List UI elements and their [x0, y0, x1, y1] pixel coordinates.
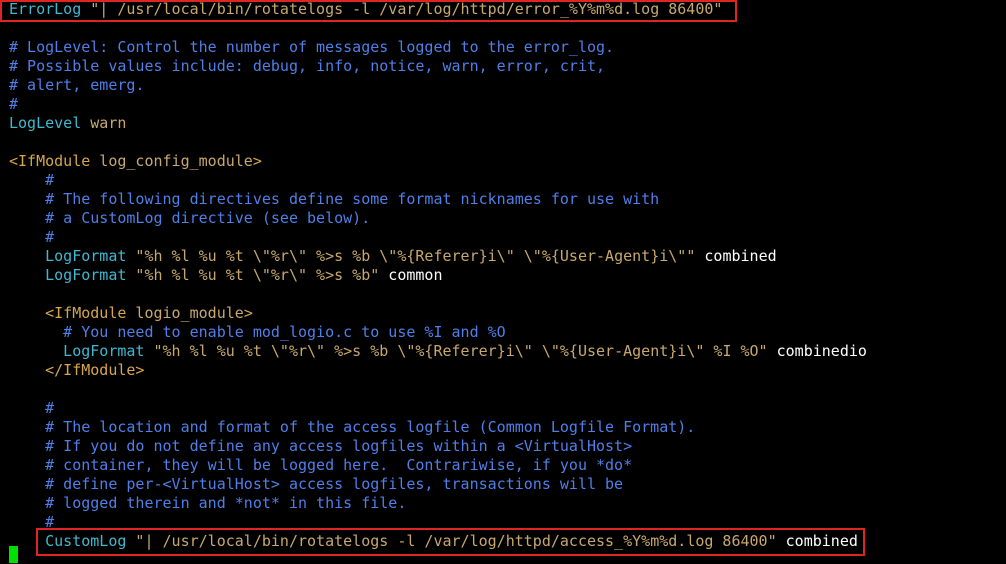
code-line: <IfModule log_config_module> — [9, 152, 867, 171]
code-token-comment: # logged therein and *not* in this file. — [9, 494, 407, 512]
code-line: </IfModule> — [9, 361, 867, 380]
code-token-comment: # — [9, 513, 55, 531]
code-token-string: "| /usr/local/bin/rotatelogs -l /var/log… — [126, 532, 777, 550]
code-token-comment: # The location and format of the access … — [9, 418, 696, 436]
code-line: # a CustomLog directive (see below). — [9, 209, 867, 228]
code-token-comment: # — [9, 228, 55, 246]
code-token-comment: # You need to enable mod_logio.c to use … — [9, 323, 506, 341]
code-token-comment: # alert, emerg. — [9, 76, 145, 94]
code-line: # — [9, 513, 867, 532]
code-token-string: "%h %l %u %t \"%r\" %>s %b" — [126, 266, 380, 284]
code-line: # LogLevel: Control the number of messag… — [9, 38, 867, 57]
code-line: # Possible values include: debug, info, … — [9, 57, 867, 76]
code-line: # If you do not define any access logfil… — [9, 437, 867, 456]
code-token-comment: # container, they will be logged here. C… — [9, 456, 633, 474]
code-token-comment: # The following directives define some f… — [9, 190, 660, 208]
code-token-tag: > — [243, 304, 253, 322]
code-token-directive: LogFormat — [9, 342, 145, 360]
code-token-plain: combinedio — [767, 342, 867, 360]
code-line: <IfModule logio_module> — [9, 304, 867, 323]
code-token-comment: # — [9, 399, 55, 417]
code-line: # define per-<VirtualHost> access logfil… — [9, 475, 867, 494]
code-line: # alert, emerg. — [9, 76, 867, 95]
text-cursor — [9, 546, 18, 563]
code-line: LogFormat "%h %l %u %t \"%r\" %>s %b \"%… — [9, 247, 867, 266]
code-token-directive: LogFormat — [9, 266, 127, 284]
code-token-comment: # LogLevel: Control the number of messag… — [9, 38, 615, 56]
code-token-comment: # Possible values include: debug, info, … — [9, 57, 606, 75]
code-token-string: "| /usr/local/bin/rotatelogs -l /var/log… — [81, 0, 723, 18]
code-token-plain: combined — [695, 247, 777, 265]
code-line: CustomLog "| /usr/local/bin/rotatelogs -… — [9, 532, 867, 551]
code-token-tag: <IfModule — [9, 152, 91, 170]
code-token-tag: <IfModule — [9, 304, 127, 322]
code-token-plain: common — [379, 266, 443, 284]
code-token-comment: # If you do not define any access logfil… — [9, 437, 633, 455]
code-token-tag: > — [252, 152, 262, 170]
code-line: # The following directives define some f… — [9, 190, 867, 209]
code-token-string: "%h %l %u %t \"%r\" %>s %b \"%{Referer}i… — [126, 247, 696, 265]
terminal-window[interactable]: ErrorLog "| /usr/local/bin/rotatelogs -l… — [0, 0, 1006, 564]
code-token-comment: # a CustomLog directive (see below). — [9, 209, 371, 227]
code-token-comment: # define per-<VirtualHost> access logfil… — [9, 475, 624, 493]
code-token-directive: CustomLog — [9, 532, 127, 550]
code-token-directive: LogFormat — [9, 247, 127, 265]
code-line: LogFormat "%h %l %u %t \"%r\" %>s %b" co… — [9, 266, 867, 285]
code-token-string: log_config_module — [90, 152, 253, 170]
code-line: # — [9, 171, 867, 190]
code-token-directive: ErrorLog — [9, 0, 82, 18]
editor-text-area[interactable]: ErrorLog "| /usr/local/bin/rotatelogs -l… — [0, 0, 867, 551]
code-line: # You need to enable mod_logio.c to use … — [9, 323, 867, 342]
code-token-comment: # — [9, 171, 55, 189]
code-line: # logged therein and *not* in this file. — [9, 494, 867, 513]
code-line: ErrorLog "| /usr/local/bin/rotatelogs -l… — [9, 0, 867, 19]
code-line: # — [9, 399, 867, 418]
code-line: LogFormat "%h %l %u %t \"%r\" %>s %b \"%… — [9, 342, 867, 361]
code-line: # container, they will be logged here. C… — [9, 456, 867, 475]
code-token-string: warn — [81, 114, 127, 132]
code-token-directive: LogLevel — [9, 114, 82, 132]
code-line: # — [9, 95, 867, 114]
code-line: # — [9, 228, 867, 247]
code-token-plain: combined — [776, 532, 858, 550]
code-line: LogLevel warn — [9, 114, 867, 133]
code-token-tag: </IfModule> — [9, 361, 145, 379]
code-token-comment: # — [9, 95, 19, 113]
code-token-string: logio_module — [126, 304, 244, 322]
code-token-string: "%h %l %u %t \"%r\" %>s %b \"%{Referer}i… — [144, 342, 768, 360]
code-line: # The location and format of the access … — [9, 418, 867, 437]
